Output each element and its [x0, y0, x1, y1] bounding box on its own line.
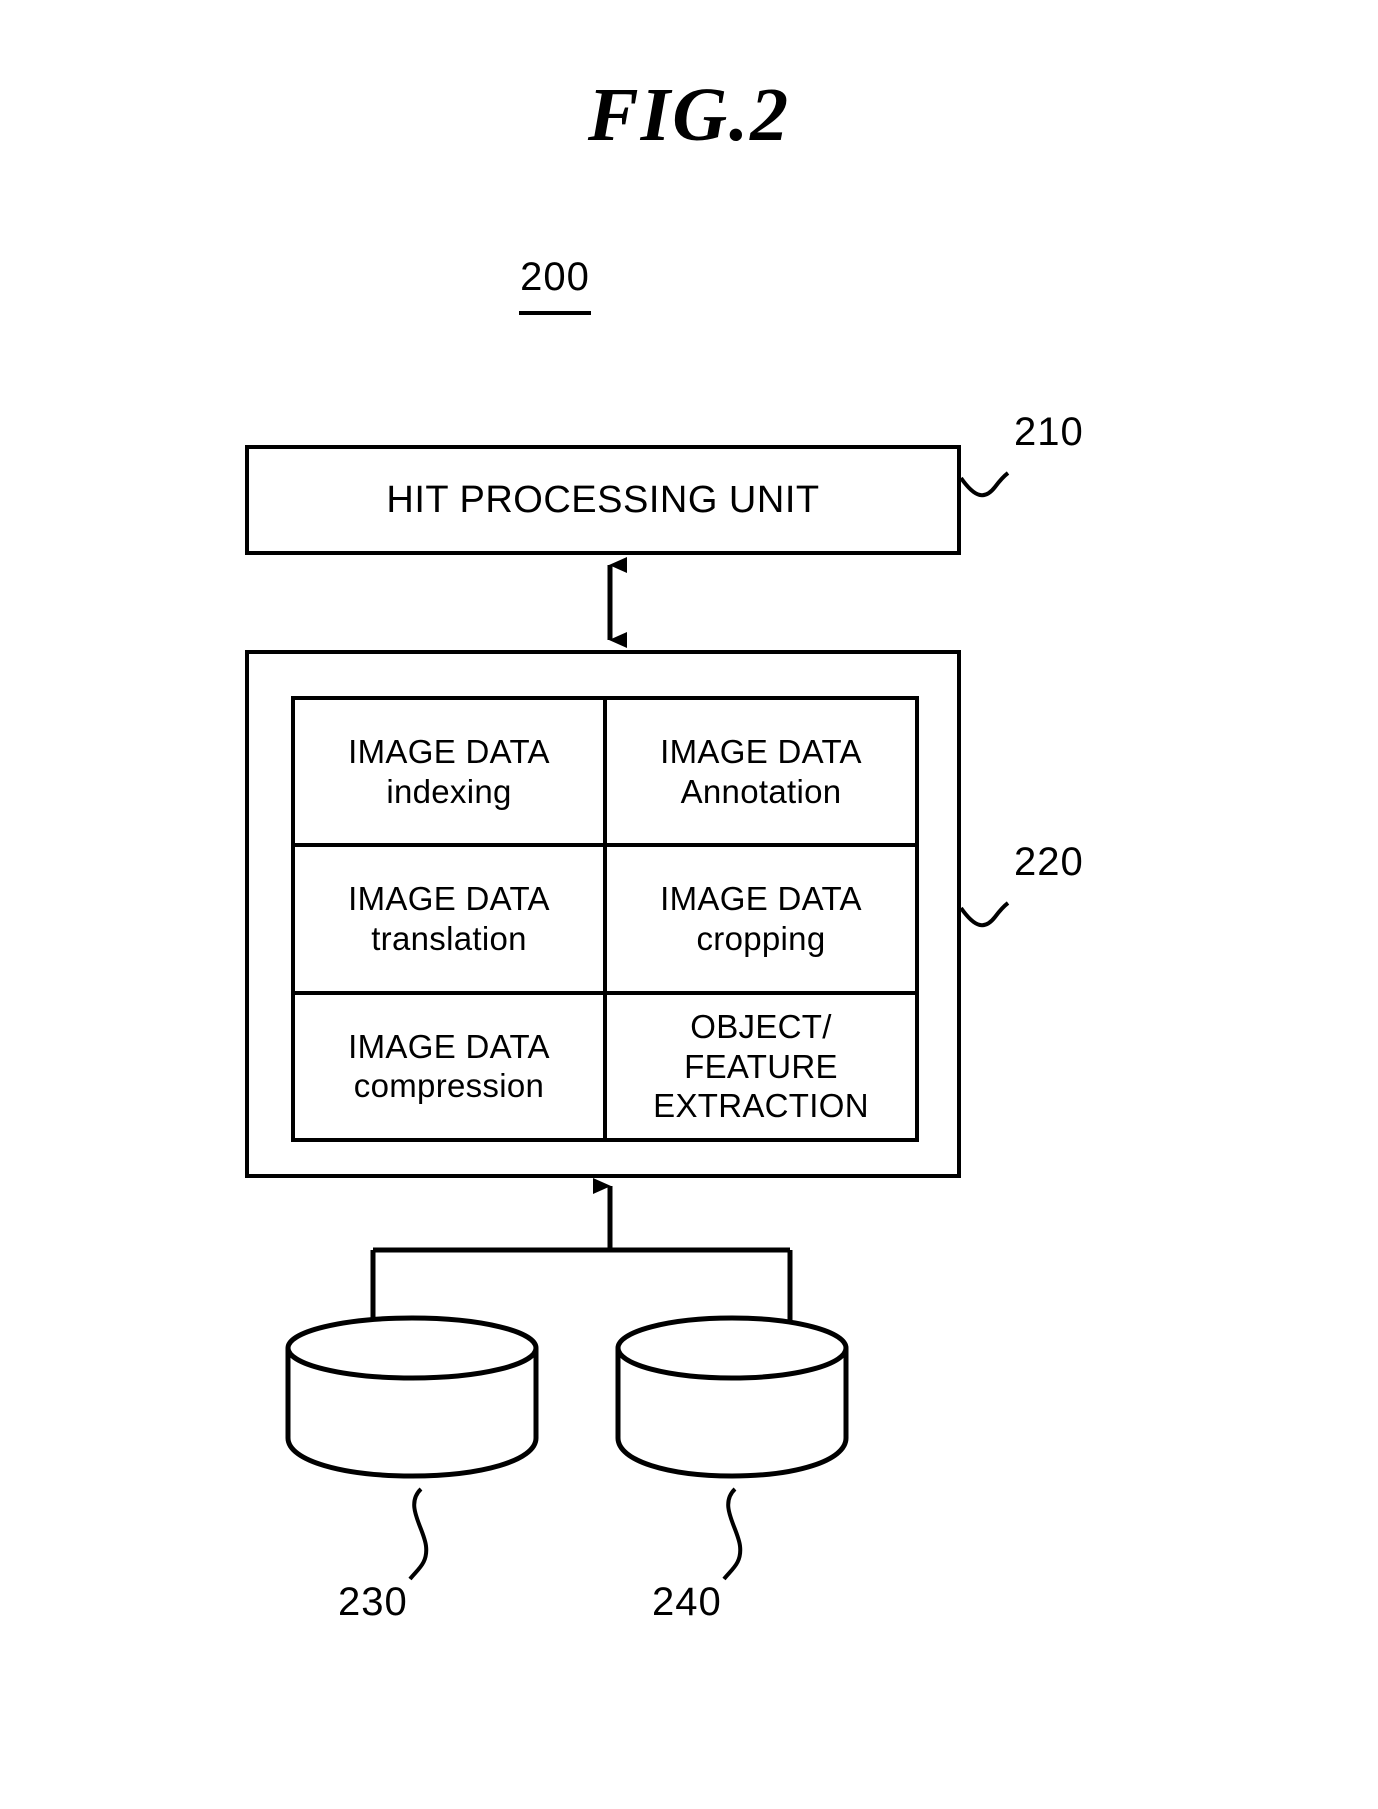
cell-line-2: FEATURE: [684, 1047, 838, 1085]
figure-title: FIG.2: [587, 73, 791, 157]
metadata-db-line-1: METADATA: [645, 1381, 819, 1418]
table-row: IMAGE DATA indexing IMAGE DATA Annotatio…: [295, 700, 915, 848]
cell-line-1: OBJECT/: [690, 1007, 832, 1045]
function-cell-object-feature-extraction: OBJECT/ FEATURE EXTRACTION: [607, 995, 915, 1138]
cell-line-2: compression: [353, 1067, 545, 1105]
hit-processing-unit-label: HIT PROCESSING UNIT: [386, 478, 820, 521]
cell-line-2: indexing: [386, 772, 512, 810]
ref-numeral-230: 230: [338, 1580, 408, 1624]
function-cell-image-data-compression: IMAGE DATA compression: [295, 994, 607, 1138]
cell-line-1: IMAGE DATA: [348, 1027, 550, 1065]
producer-profile-db-line-2: PROFILE DB: [312, 1421, 512, 1458]
table-row: IMAGE DATA compression OBJECT/ FEATURE E…: [295, 994, 915, 1138]
leader-line-220: [959, 901, 1010, 928]
ref-numeral-240: 240: [652, 1580, 722, 1624]
cell-line-2: cropping: [696, 919, 826, 957]
leader-line-240: [722, 1487, 743, 1581]
producer-profile-db-cylinder: PRODUCER PROFILE DB: [288, 1318, 536, 1476]
cell-line-1: IMAGE DATA: [348, 880, 550, 918]
system-reference-number: 200: [520, 255, 590, 299]
cell-line-1: IMAGE DATA: [660, 880, 862, 918]
cell-line-3: EXTRACTION: [653, 1087, 869, 1125]
connector-db-bus-to-220: [370, 1178, 807, 1340]
function-cell-image-data-indexing: IMAGE DATA indexing: [295, 700, 607, 844]
function-cell-image-data-cropping: IMAGE DATA cropping: [607, 847, 915, 990]
metadata-db-cylinder: METADATA DB: [618, 1318, 846, 1476]
image-processing-unit-box: IMAGE DATA indexing IMAGE DATA Annotatio…: [245, 650, 961, 1178]
cell-line-1: IMAGE DATA: [348, 733, 550, 771]
cell-line-2: translation: [371, 919, 527, 957]
function-table: IMAGE DATA indexing IMAGE DATA Annotatio…: [291, 696, 919, 1142]
table-row: IMAGE DATA translation IMAGE DATA croppi…: [295, 847, 915, 995]
cell-line-1: IMAGE DATA: [660, 733, 862, 771]
cell-line-2: Annotation: [680, 772, 842, 810]
patent-figure-page: FIG.2 200 HIT PROCESSING UNIT 210 IMAGE …: [0, 0, 1378, 1809]
leader-line-210: [959, 471, 1010, 498]
hit-processing-unit-box: HIT PROCESSING UNIT: [245, 445, 961, 555]
function-cell-image-data-annotation: IMAGE DATA Annotation: [607, 700, 915, 843]
function-cell-image-data-translation: IMAGE DATA translation: [295, 847, 607, 991]
ref-numeral-220: 220: [1014, 840, 1084, 884]
producer-profile-db-line-1: PRODUCER: [316, 1381, 508, 1418]
system-reference-underline: [519, 311, 591, 315]
ref-numeral-210: 210: [1014, 410, 1084, 454]
metadata-db-line-2: DB: [708, 1421, 756, 1458]
leader-line-230: [408, 1487, 429, 1581]
